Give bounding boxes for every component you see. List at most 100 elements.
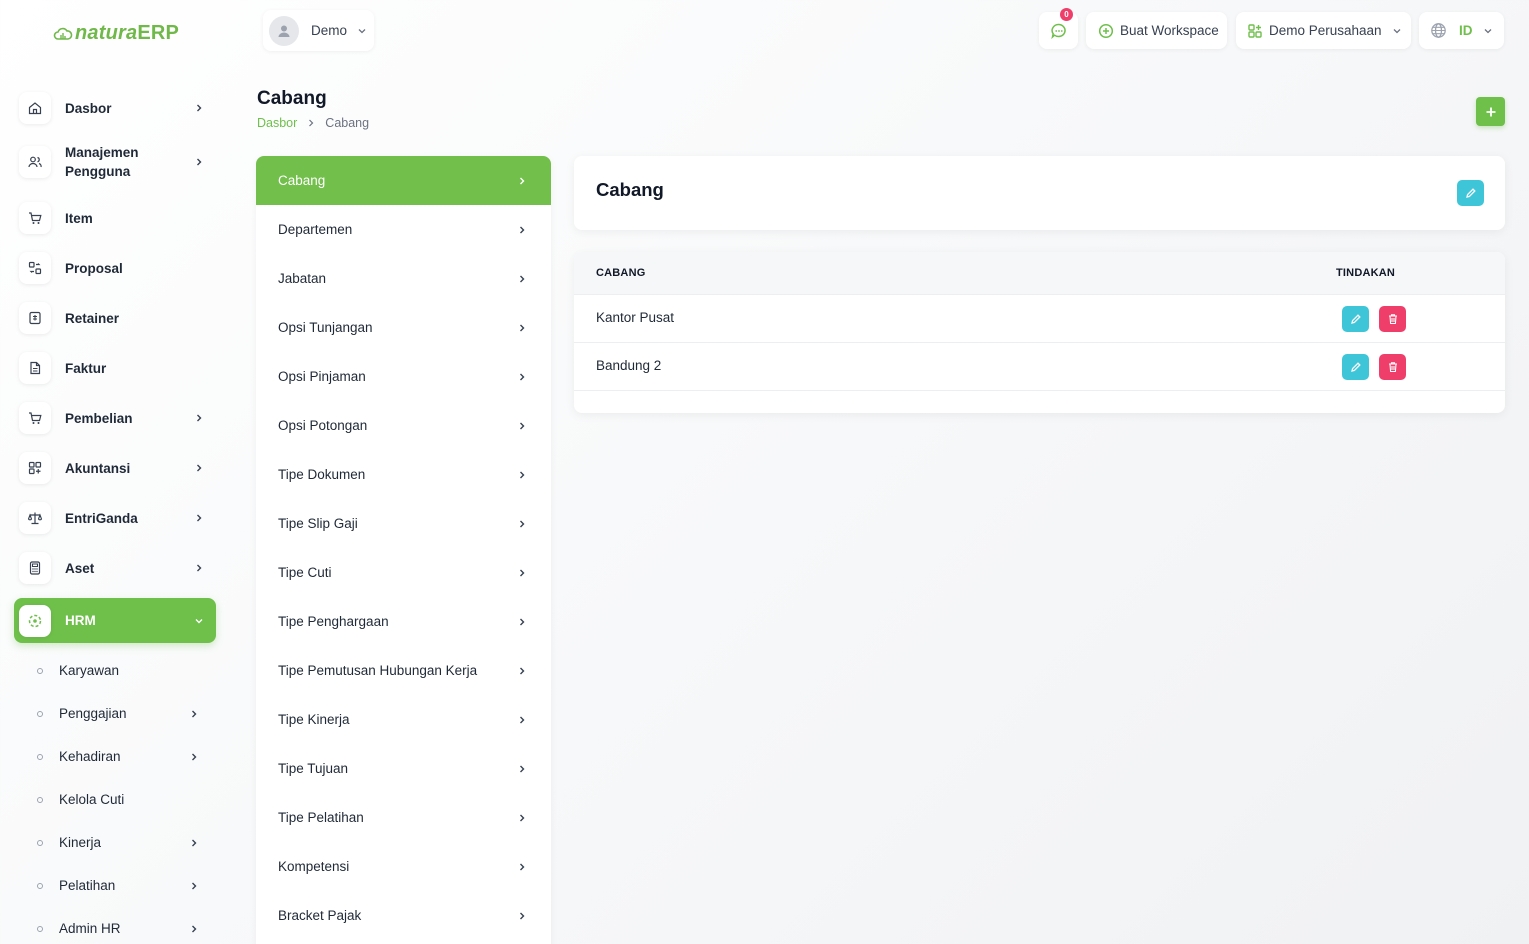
sidebar-subitem-kehadiran[interactable]: Kehadiran <box>14 735 216 778</box>
add-branch-button[interactable] <box>1476 97 1505 126</box>
sidebar-item-dasbor[interactable]: Dasbor <box>14 84 216 132</box>
chevron-right-icon <box>517 568 527 578</box>
settings-menu-item-opsi-tunjangan[interactable]: Opsi Tunjangan <box>256 303 551 352</box>
settings-menu-item-tipe-cuti[interactable]: Tipe Cuti <box>256 548 551 597</box>
chevron-right-icon <box>192 882 197 889</box>
sidebar-item-faktur[interactable]: Faktur <box>14 344 216 392</box>
app-logo[interactable]: naturaERP <box>53 22 179 45</box>
settings-menu-item-bracket-pajak[interactable]: Bracket Pajak <box>256 891 551 940</box>
chevron-right-icon <box>189 881 199 891</box>
sidebar: Dasbor Manajemen Pengguna Item Proposal Reta… <box>14 84 216 944</box>
sidebar-subitem-penggajian[interactable]: Penggajian <box>14 692 216 735</box>
chevron-right-icon <box>517 911 527 921</box>
sidebar-item-entriganda[interactable]: EntriGanda <box>14 494 216 542</box>
chevron-right-icon <box>197 104 202 112</box>
language-switcher[interactable]: ID <box>1419 12 1504 49</box>
sidebar-item-label: Pembelian <box>65 410 133 426</box>
branch-name: Kantor Pusat <box>596 310 675 325</box>
company-switcher[interactable]: Demo Perusahaan <box>1236 12 1411 49</box>
settings-menu-label: Cabang <box>278 173 326 188</box>
table-row: Bandung 2 <box>574 343 1505 391</box>
sidebar-subitem-kinerja[interactable]: Kinerja <box>14 821 216 864</box>
chevron-right-icon <box>192 839 197 846</box>
sidebar-item-label: Akuntansi <box>65 460 131 476</box>
sidebar-item-manajemen-pengguna[interactable]: Manajemen Pengguna <box>14 134 216 190</box>
sidebar-subitem-admin-hr[interactable]: Admin HR <box>14 907 216 944</box>
cart-icon <box>19 402 51 434</box>
table-header: CABANG TINDAKAN <box>574 252 1505 295</box>
settings-menu-item-tipe-tujuan[interactable]: Tipe Tujuan <box>256 744 551 793</box>
sidebar-item-label: Item <box>65 210 93 226</box>
edit-button[interactable] <box>1457 180 1484 206</box>
settings-menu-label: Tipe Slip Gaji <box>278 516 358 531</box>
create-workspace-button[interactable]: Buat Workspace <box>1086 12 1227 49</box>
chevron-right-icon <box>517 372 527 382</box>
chevron-right-icon <box>517 666 527 676</box>
sidebar-subitem-kelola-cuti[interactable]: Kelola Cuti <box>14 778 216 821</box>
cart-icon <box>19 202 51 234</box>
sidebar-item-aset[interactable]: Aset <box>14 544 216 592</box>
chevron-right-icon <box>517 519 527 529</box>
company-name: Demo Perusahaan <box>1269 23 1382 38</box>
sidebar-item-pembelian[interactable]: Pembelian <box>14 394 216 442</box>
settings-menu-label: Tipe Kinerja <box>278 712 350 727</box>
settings-menu-item-tipe-kinerja[interactable]: Tipe Kinerja <box>256 695 551 744</box>
settings-menu-item-tipe-penghargaan[interactable]: Tipe Penghargaan <box>256 597 551 646</box>
breadcrumb-home[interactable]: Dasbor <box>257 116 297 130</box>
sidebar-subitem-label: Pelatihan <box>59 878 116 893</box>
chevron-right-icon <box>517 323 527 333</box>
column-header-branch: CABANG <box>596 267 646 279</box>
trash-icon <box>1388 362 1397 373</box>
settings-menu-item-kompetensi[interactable]: Kompetensi <box>256 842 551 891</box>
chevron-right-icon <box>520 422 525 429</box>
settings-menu-item-departemen[interactable]: Departemen <box>256 205 551 254</box>
settings-menu-item-tipe-dokumen[interactable]: Tipe Dokumen <box>256 450 551 499</box>
hrm-settings-menu: Cabang Departemen Jabatan Opsi Tunjangan Ops… <box>256 156 551 944</box>
settings-menu-item-jabatan[interactable]: Jabatan <box>256 254 551 303</box>
chevron-right-icon <box>520 618 525 625</box>
settings-menu-item-tipe-pelatihan[interactable]: Tipe Pelatihan <box>256 793 551 842</box>
settings-menu-item-cabang[interactable]: Cabang <box>256 156 551 205</box>
sidebar-item-retainer[interactable]: Retainer <box>14 294 216 342</box>
breadcrumb: Dasbor Cabang <box>257 116 369 130</box>
sidebar-subitem-label: Kehadiran <box>59 749 121 764</box>
settings-menu-item-opsi-potongan[interactable]: Opsi Potongan <box>256 401 551 450</box>
chevron-right-icon <box>194 413 204 423</box>
bullet-icon <box>37 753 43 760</box>
delete-row-button[interactable] <box>1379 354 1406 380</box>
chat-icon <box>1050 23 1066 39</box>
delete-row-button[interactable] <box>1379 306 1406 332</box>
settings-menu-label: Opsi Pinjaman <box>278 369 366 384</box>
sidebar-item-hrm[interactable]: HRM <box>14 598 216 643</box>
sidebar-item-akuntansi[interactable]: Akuntansi <box>14 444 216 492</box>
branch-header-card: Cabang <box>574 156 1505 230</box>
plus-icon <box>1486 107 1495 116</box>
sidebar-item-proposal[interactable]: Proposal <box>14 244 216 292</box>
settings-menu-item-tipe-slip-gaji[interactable]: Tipe Slip Gaji <box>256 499 551 548</box>
scale-icon <box>19 502 51 534</box>
bullet-icon <box>37 710 43 717</box>
edit-row-button[interactable] <box>1342 354 1369 380</box>
user-menu[interactable]: Demo <box>263 10 374 51</box>
edit-row-button[interactable] <box>1342 306 1369 332</box>
settings-menu-item-tipe-pemutusan-hubungan-kerja[interactable]: Tipe Pemutusan Hubungan Kerja <box>256 646 551 695</box>
settings-menu-label: Opsi Tunjangan <box>278 320 373 335</box>
chevron-right-icon <box>520 226 525 233</box>
messages-button[interactable]: 0 <box>1039 8 1078 49</box>
settings-menu-item-opsi-pinjaman[interactable]: Opsi Pinjaman <box>256 352 551 401</box>
card-title: Cabang <box>596 179 664 200</box>
sidebar-item-label: Faktur <box>65 360 107 376</box>
chevron-right-icon <box>192 710 197 717</box>
logo-text: naturaERP <box>75 22 179 45</box>
page-title: Cabang <box>257 88 327 109</box>
sidebar-subitem-pelatihan[interactable]: Pelatihan <box>14 864 216 907</box>
sidebar-subitem-karyawan[interactable]: Karyawan <box>14 649 216 692</box>
sidebar-item-item[interactable]: Item <box>14 194 216 242</box>
notification-badge: 0 <box>1060 8 1073 21</box>
table-row: Kantor Pusat <box>574 295 1505 343</box>
chevron-right-icon <box>189 838 199 848</box>
chevron-right-icon <box>520 912 525 919</box>
sidebar-item-label: EntriGanda <box>65 510 138 526</box>
chevron-right-icon <box>197 564 202 572</box>
settings-menu-label: Departemen <box>278 222 353 237</box>
